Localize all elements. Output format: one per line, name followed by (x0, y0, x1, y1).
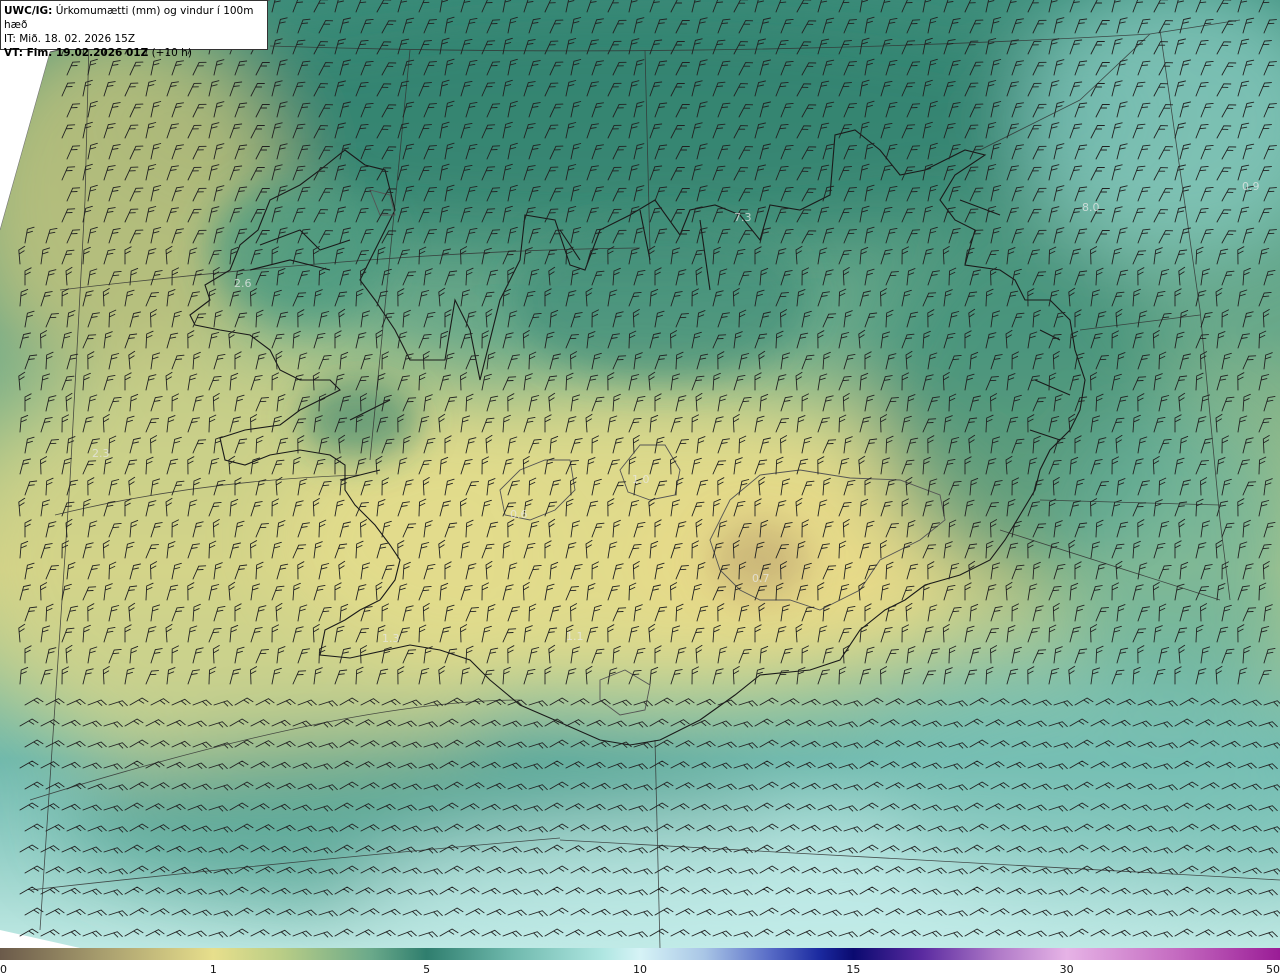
issue-line: IT: Mið. 18. 02. 2026 15Z (4, 32, 264, 46)
issue-label: IT: (4, 33, 16, 45)
map-value-label: 1.3 (382, 632, 400, 645)
weather-map: 2.6 2.3 7.3 8.0 1.3 1.0 0.6 0.7 1.1 0.9 (0, 0, 1280, 948)
map-value-label: 8.0 (1082, 201, 1100, 214)
colorbar-tick-label: 30 (1059, 963, 1074, 976)
map-value-label: 1.1 (566, 630, 584, 643)
map-value-label: 0.9 (1242, 180, 1260, 193)
map-info-box: UWC/IG: Úrkomumætti (mm) og vindur í 100… (0, 0, 268, 59)
colorbar-tick-label: 5 (423, 963, 431, 976)
valid-offset: (+10 h) (151, 47, 192, 59)
colorbar-tick-label: 0 (0, 963, 7, 976)
model-name: UWC/IG: (4, 5, 53, 17)
colorbar-legend: 0 1 5 10 15 30 50 (0, 948, 1280, 978)
map-value-label: 1.0 (632, 473, 650, 486)
colorbar-tick-label: 10 (633, 963, 647, 976)
map-value-label: 0.7 (752, 572, 770, 585)
colorbar-gradient (0, 948, 1280, 960)
map-value-label: 7.3 (734, 211, 752, 224)
colorbar-tick-label: 15 (846, 963, 861, 976)
map-value-label: 2.6 (234, 277, 252, 290)
map-value-label: 2.3 (92, 447, 110, 460)
valid-line: VT: Fim. 19.02.2026 01Z (+10 h) (4, 46, 264, 60)
colorbar-tick-label: 50 (1266, 963, 1280, 976)
issue-time: Mið. 18. 02. 2026 15Z (19, 33, 136, 45)
colorbar-tick-label: 1 (209, 963, 217, 976)
map-value-label: 0.6 (510, 508, 528, 521)
valid-time: VT: Fim. 19.02.2026 01Z (4, 47, 149, 59)
title-line: UWC/IG: Úrkomumætti (mm) og vindur í 100… (4, 4, 264, 32)
